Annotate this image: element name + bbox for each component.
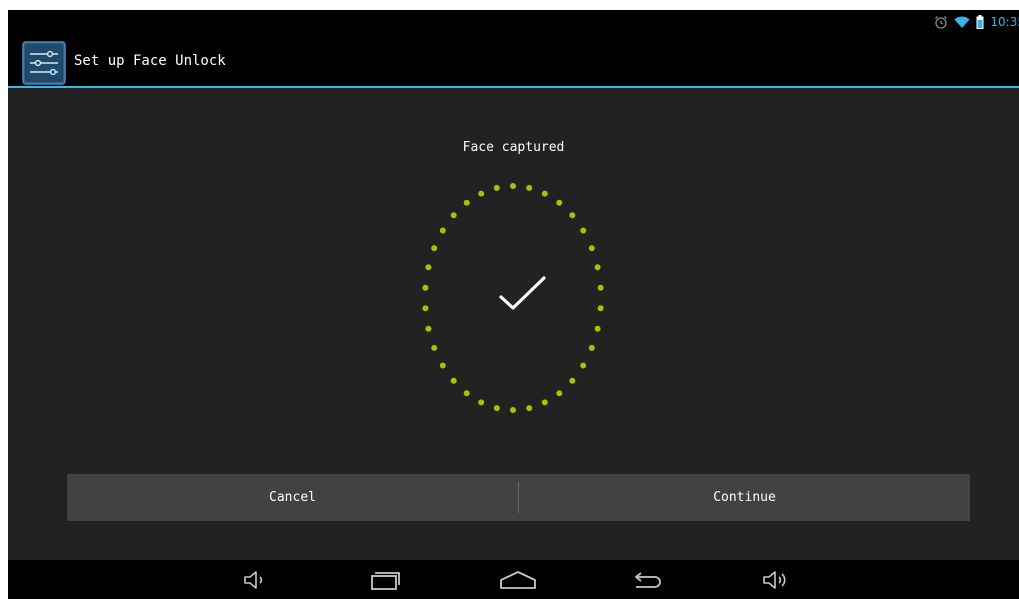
cancel-button[interactable]: Cancel: [67, 474, 518, 521]
wifi-icon: [954, 15, 970, 29]
capture-ring-dot: [422, 305, 429, 312]
button-bar: Cancel Continue: [67, 474, 970, 521]
capture-ring-dot: [580, 227, 587, 234]
page-title: Set up Face Unlock: [74, 53, 226, 69]
capture-ring-dot: [425, 325, 432, 332]
capture-ring-dot: [510, 407, 516, 413]
capture-ring-dot: [597, 305, 604, 312]
settings-sliders-icon[interactable]: [22, 41, 66, 85]
status-bar: 10:35: [8, 10, 1019, 34]
capture-ring-dot: [594, 325, 601, 332]
capture-ring-dot: [431, 245, 438, 252]
capture-ring-dot: [588, 344, 595, 351]
volume-up-icon[interactable]: [753, 565, 797, 595]
capture-ring-dot: [569, 212, 576, 219]
capture-ring-dot: [594, 264, 601, 271]
capture-ring-dot: [597, 284, 604, 291]
battery-icon: [976, 15, 984, 29]
capture-ring-dot: [431, 344, 438, 351]
capture-ring-dot: [556, 199, 563, 206]
capture-ring-dot: [526, 184, 533, 191]
capture-status-text: Face captured: [462, 140, 565, 155]
capture-ring-dot: [493, 405, 500, 412]
capture-ring-dot: [450, 212, 457, 219]
navigation-bar: [8, 560, 1019, 599]
face-capture-ring: [422, 183, 604, 413]
capture-ring-dot: [422, 284, 429, 291]
action-bar: Set up Face Unlock: [8, 34, 1019, 88]
capture-ring-dot: [580, 362, 587, 369]
status-time: 10:35: [990, 15, 1019, 29]
main-content: Face captured Cancel Continue: [8, 88, 1019, 560]
continue-button[interactable]: Continue: [519, 474, 970, 521]
capture-ring-dot: [526, 405, 533, 412]
capture-ring-dot: [478, 190, 485, 197]
capture-ring-dot: [463, 390, 470, 397]
volume-down-icon[interactable]: [233, 565, 277, 595]
capture-ring-dot: [450, 377, 457, 384]
device-screen: 10:35 Set up Face Unlock Face captured: [8, 10, 1019, 599]
capture-ring-dot: [463, 199, 470, 206]
back-icon[interactable]: [625, 565, 669, 595]
alarm-icon: [934, 15, 948, 29]
status-icons: 10:35: [934, 13, 1019, 31]
capture-ring-dot: [541, 190, 548, 197]
capture-ring-dot: [439, 362, 446, 369]
capture-ring-dot: [556, 390, 563, 397]
capture-ring-dot: [439, 227, 446, 234]
capture-ring-dot: [493, 184, 500, 191]
capture-ring-dot: [425, 264, 432, 271]
capture-ring-dot: [588, 245, 595, 252]
capture-ring-dot: [510, 183, 516, 189]
capture-ring-dot: [569, 377, 576, 384]
recent-apps-icon[interactable]: [363, 565, 407, 595]
home-icon[interactable]: [496, 565, 540, 595]
checkmark-icon: [499, 276, 546, 310]
capture-ring-dot: [478, 399, 485, 406]
capture-ring-dot: [541, 399, 548, 406]
